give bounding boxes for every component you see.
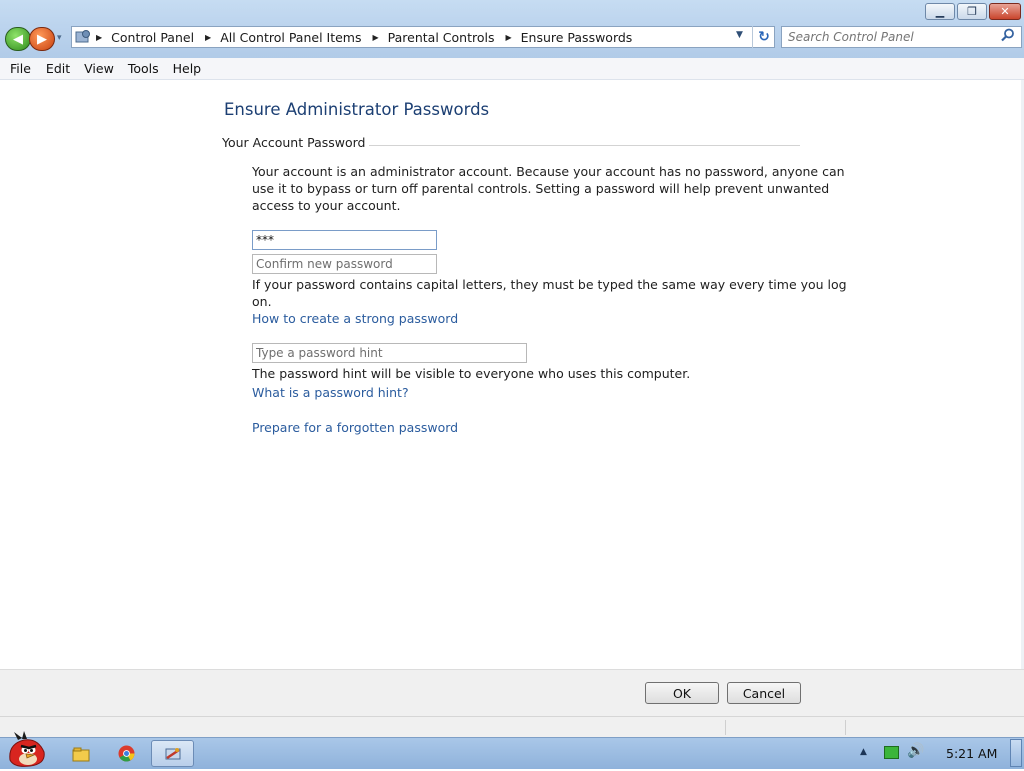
breadcrumb-parental-controls[interactable]: Parental Controls (388, 30, 495, 45)
start-button[interactable] (4, 730, 48, 768)
menu-tools[interactable]: Tools (128, 61, 159, 76)
search-icon[interactable] (1001, 28, 1015, 46)
menu-help[interactable]: Help (173, 61, 202, 76)
menu-bar: File Edit View Tools Help (0, 58, 1024, 80)
menu-edit[interactable]: Edit (46, 61, 70, 76)
section-heading: Your Account Password (222, 135, 369, 150)
description-line: access to your account. (252, 198, 401, 213)
close-button[interactable]: ✕ (989, 3, 1021, 20)
file-explorer-icon[interactable] (62, 740, 100, 767)
description-line: Your account is an administrator account… (252, 164, 845, 179)
what-is-hint-link[interactable]: What is a password hint? (252, 385, 409, 400)
page-title: Ensure Administrator Passwords (224, 100, 490, 119)
search-input[interactable] (788, 29, 993, 45)
breadcrumb-separator-icon[interactable]: ▶ (373, 33, 379, 42)
hint-visibility-note: The password hint will be visible to eve… (252, 366, 691, 381)
menu-view[interactable]: View (84, 61, 114, 76)
breadcrumb-separator-icon[interactable]: ▶ (505, 33, 511, 42)
breadcrumb-ensure-passwords[interactable]: Ensure Passwords (521, 30, 633, 45)
cancel-button[interactable]: Cancel (727, 682, 801, 704)
search-box[interactable] (781, 26, 1022, 48)
chrome-icon[interactable] (107, 740, 145, 767)
address-dropdown-icon[interactable]: ▼ (736, 30, 743, 40)
show-hidden-icons-icon[interactable]: ▲ (860, 747, 867, 757)
restore-button[interactable]: ❐ (957, 3, 987, 20)
menu-file[interactable]: File (10, 61, 31, 76)
breadcrumb: ▶ Control Panel ▶ All Control Panel Item… (96, 27, 643, 47)
status-divider (725, 720, 726, 735)
caps-note-line: on. (252, 294, 272, 309)
content-area: Ensure Administrator Passwords Your Acco… (0, 80, 1024, 669)
forward-button[interactable]: ▶ (29, 27, 55, 51)
caps-note-line: If your password contains capital letter… (252, 277, 847, 292)
taskbar: ▲ 🔊 5:21 AM (0, 731, 1024, 769)
forgotten-password-link[interactable]: Prepare for a forgotten password (252, 420, 458, 435)
control-panel-icon (74, 29, 91, 45)
ok-button[interactable]: OK (645, 682, 719, 704)
capital-letters-note: If your password contains capital letter… (252, 276, 847, 310)
clock[interactable]: 5:21 AM (946, 746, 997, 761)
window-titlebar: ▁ ❐ ✕ ◀ ▶ ▾ ▶ Control Panel ▶ All Contro… (0, 0, 1024, 58)
new-password-field[interactable] (252, 230, 437, 250)
breadcrumb-separator-icon[interactable]: ▶ (205, 33, 211, 42)
back-button[interactable]: ◀ (5, 27, 31, 51)
strong-password-link[interactable]: How to create a strong password (252, 311, 458, 326)
status-divider (845, 720, 846, 735)
breadcrumb-control-panel[interactable]: Control Panel (111, 30, 194, 45)
section-divider (360, 145, 800, 146)
show-desktop-button[interactable] (1010, 739, 1022, 767)
minimize-button[interactable]: ▁ (925, 3, 955, 20)
dialog-footer: OK Cancel (0, 669, 1024, 717)
password-hint-field[interactable] (252, 343, 527, 363)
breadcrumb-separator-icon[interactable]: ▶ (96, 33, 102, 42)
refresh-button[interactable]: ↻ (752, 26, 775, 48)
account-description: Your account is an administrator account… (252, 163, 845, 214)
volume-icon[interactable]: 🔊 (907, 743, 924, 759)
status-bar (0, 716, 1024, 738)
recent-pages-dropdown-icon[interactable]: ▾ (57, 33, 62, 43)
network-icon[interactable] (884, 746, 899, 759)
breadcrumb-all-items[interactable]: All Control Panel Items (220, 30, 361, 45)
control-panel-taskbar-button[interactable] (151, 740, 194, 767)
address-bar[interactable]: ▶ Control Panel ▶ All Control Panel Item… (71, 26, 775, 48)
description-line: use it to bypass or turn off parental co… (252, 181, 830, 196)
confirm-password-field[interactable] (252, 254, 437, 274)
